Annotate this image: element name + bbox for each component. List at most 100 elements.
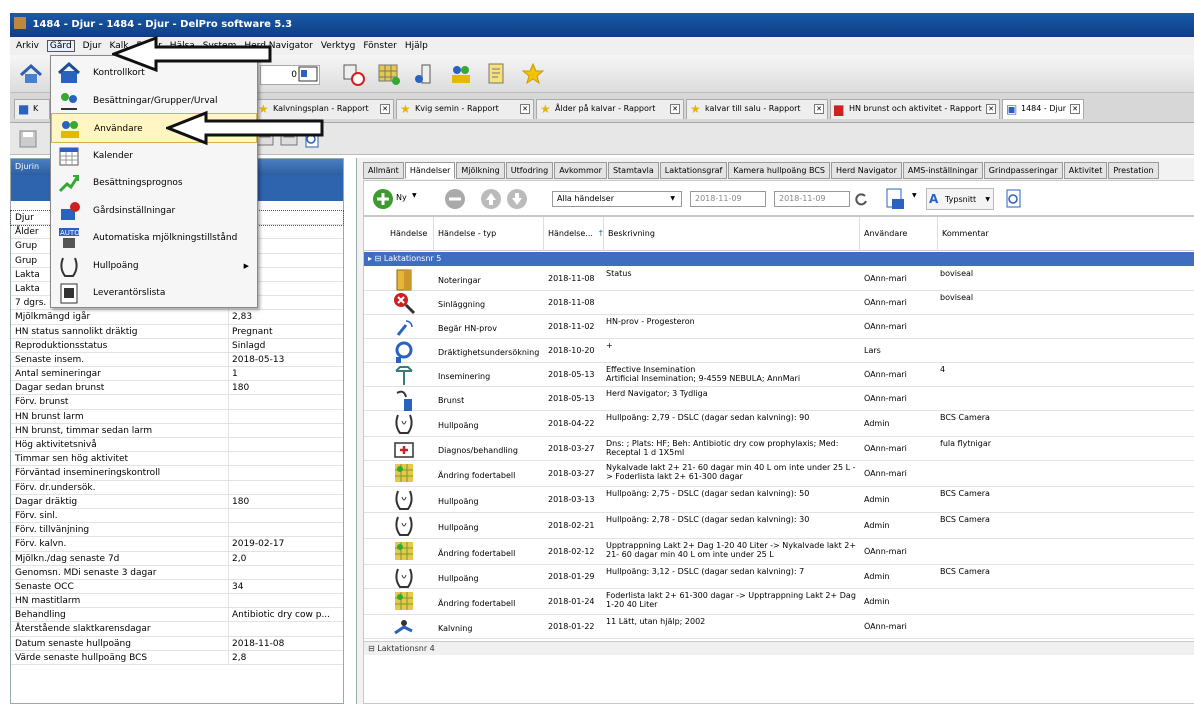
menu-foder[interactable]: Foder xyxy=(136,41,161,51)
tab-k[interactable]: ■ K xyxy=(14,99,50,119)
info-row[interactable]: Dagar sedan brunst 180 xyxy=(11,381,343,396)
tab-djur-1484[interactable]: ▣ 1484 - Djur ✕ xyxy=(1002,99,1084,119)
chevron-down-icon[interactable]: ▼ xyxy=(412,192,417,199)
bottle-icon[interactable] xyxy=(412,61,438,87)
tab-alder-kalvar[interactable]: ★ Ålder på kalvar - Rapport ✕ xyxy=(536,99,684,119)
tab-content-9[interactable]: AMS-inställningar xyxy=(902,162,983,179)
info-row[interactable]: Dagar dräktig 180 xyxy=(11,494,343,509)
table-row[interactable]: Ändring fodertabell 2018-03-27 Nykalvade l… xyxy=(364,461,1194,487)
col-header-description[interactable]: Beskrivning xyxy=(604,217,860,251)
tab-content-6[interactable]: Laktationsgraf xyxy=(659,162,728,179)
cow-clock-icon[interactable] xyxy=(340,61,366,87)
table-row[interactable]: Kalvning 2018-01-22 11 Lätt, utan hjälp; 2… xyxy=(364,615,1194,639)
chevron-down-icon[interactable]: ▼ xyxy=(912,192,917,199)
tab-kalvningsplan[interactable]: ★ Kalvningsplan - Rapport ✕ xyxy=(254,99,394,119)
info-row[interactable]: Antal semineringar 1 xyxy=(11,367,343,382)
save-icon[interactable] xyxy=(18,129,38,149)
date-from-input[interactable]: 2018-11-09 xyxy=(690,191,766,207)
menu-item-6[interactable]: AUTO Automatiska mjölkningstillstånd xyxy=(51,223,257,253)
close-icon[interactable]: ✕ xyxy=(814,104,824,114)
info-row[interactable]: Återstående slaktkarensdagar xyxy=(11,622,343,637)
menu-djur[interactable]: Djur xyxy=(83,41,102,51)
menu-fonster[interactable]: Fönster xyxy=(363,41,397,51)
info-row[interactable]: Mjölkn./dag senaste 7d 2,0 xyxy=(11,551,343,566)
table-row[interactable]: Hullpoäng 2018-04-22 Hullpoäng: 2,79 - DSL… xyxy=(364,411,1194,437)
tab-content-1[interactable]: Händelser xyxy=(404,162,456,179)
tab-kalvar-salu[interactable]: ★ kalvar till salu - Rapport ✕ xyxy=(686,99,828,119)
info-row[interactable]: HN brunst, timmar sedan larm xyxy=(11,423,343,438)
menu-verktyg[interactable]: Verktyg xyxy=(321,41,355,51)
menu-item-0[interactable]: Kontrollkort xyxy=(51,58,257,88)
menu-item-3[interactable]: Kalender xyxy=(51,141,257,171)
info-row[interactable]: Datum senaste hullpoäng 2018-11-08 xyxy=(11,636,343,651)
group-row-lactation-4[interactable]: ⊟ Laktationsnr 4 xyxy=(364,641,1194,655)
col-header-user[interactable]: Användare xyxy=(860,217,938,251)
new-button-label[interactable]: Ny xyxy=(396,193,407,202)
arrow-up-icon[interactable] xyxy=(480,188,502,210)
tab-content-7[interactable]: Kamera hullpoäng BCS xyxy=(728,162,830,179)
tab-content-0[interactable]: Allmänt xyxy=(363,162,404,179)
menu-gard[interactable]: Gård xyxy=(46,40,75,52)
table-row[interactable]: Diagnos/behandling 2018-03-27 Dns: ; Plats… xyxy=(364,437,1194,461)
menu-item-7[interactable]: Hullpoäng ▶ xyxy=(51,251,257,281)
print-preview-icon[interactable] xyxy=(278,129,300,149)
arrow-down-icon[interactable] xyxy=(506,188,528,210)
tab-content-5[interactable]: Stamtavla xyxy=(607,162,659,179)
menu-kalk[interactable]: Kalk xyxy=(110,41,129,51)
tab-content-10[interactable]: Grindpasseringar xyxy=(983,162,1063,179)
menu-item-5[interactable]: Gårdsinställningar xyxy=(51,196,257,226)
people-icon[interactable] xyxy=(448,61,474,87)
table-row[interactable]: Begär HN-prov 2018-11-02 HN-prov - Progest… xyxy=(364,315,1194,339)
table-row[interactable]: Noteringar 2018-11-08 Status ÖAnn-mari bovis… xyxy=(364,267,1194,291)
tab-content-11[interactable]: Aktivitet xyxy=(1063,162,1108,179)
add-icon[interactable] xyxy=(372,188,394,210)
info-row[interactable]: Förväntad insemineringskontroll xyxy=(11,466,343,481)
col-header-comment[interactable]: Kommentar xyxy=(938,217,1194,251)
info-row[interactable]: Förv. tillvänjning xyxy=(11,523,343,538)
group-row-lactation-5[interactable]: ▸ ⊟ Laktationsnr 5 xyxy=(364,252,1194,266)
event-filter-select[interactable]: Alla händelser ▼ xyxy=(552,191,682,207)
info-row[interactable]: Timmar sen hög aktivitet xyxy=(11,452,343,467)
col-header-event[interactable]: Händelse xyxy=(364,217,434,251)
info-row[interactable]: Behandling Antibiotic dry cow p... xyxy=(11,608,343,623)
tab-content-2[interactable]: Mjölkning xyxy=(456,162,505,179)
close-icon[interactable]: ✕ xyxy=(380,104,390,114)
info-row[interactable]: Förv. kalvn. 2019-02-17 xyxy=(11,537,343,552)
tab-content-3[interactable]: Utfodring xyxy=(505,162,554,179)
info-row[interactable]: Genomsn. MDi senaste 3 dagar xyxy=(11,565,343,580)
favorite-star-icon[interactable] xyxy=(520,61,546,87)
tab-content-12[interactable]: Prestation xyxy=(1108,162,1159,179)
info-row[interactable]: Förv. brunst xyxy=(11,395,343,410)
info-row[interactable]: Senaste insem. 2018-05-13 xyxy=(11,352,343,368)
table-row[interactable]: Ändring fodertabell 2018-02-12 Upptrappnin… xyxy=(364,539,1194,565)
menu-halsa[interactable]: Hälsa xyxy=(170,41,195,51)
info-row[interactable]: Senaste OCC 34 xyxy=(11,579,343,595)
info-row[interactable]: HN brunst larm xyxy=(11,409,343,424)
feed-grid-icon[interactable] xyxy=(376,61,402,87)
menu-hjalp[interactable]: Hjälp xyxy=(405,41,428,51)
magnifier-icon[interactable] xyxy=(1004,188,1024,210)
table-row[interactable]: Sinläggning 2018-11-08 ÖAnn-mari boviseal xyxy=(364,291,1194,315)
menu-item-4[interactable]: Besättningsprognos xyxy=(51,168,257,198)
info-row[interactable]: HN status sannolikt dräktig Pregnant xyxy=(11,324,343,339)
table-row[interactable]: Ändring fodertabell 2018-01-24 Foderlista … xyxy=(364,589,1194,615)
menu-item-2[interactable]: Användare xyxy=(51,113,257,143)
menu-item-1[interactable]: Besättningar/Grupper/Urval xyxy=(51,86,257,116)
info-row[interactable]: Mjölkmängd igår 2,83 xyxy=(11,310,343,325)
close-icon[interactable]: ✕ xyxy=(670,104,680,114)
close-icon[interactable]: ✕ xyxy=(1070,104,1080,114)
col-header-type[interactable]: Händelse - typ xyxy=(434,217,544,251)
magnifier-icon[interactable] xyxy=(302,129,322,149)
table-row[interactable]: Brunst 2018-05-13 Herd Navigator; 3 Tydlig… xyxy=(364,387,1194,411)
menu-system[interactable]: System xyxy=(203,41,237,51)
tab-hn-brunst[interactable]: ▆ HN brunst och aktivitet - Rapport ✕ xyxy=(830,99,1000,119)
table-row[interactable]: Dräktighetsundersökning 2018-10-20 + Lars xyxy=(364,339,1194,363)
table-row[interactable]: Hullpoäng 2018-03-13 Hullpoäng: 2,75 - DSL… xyxy=(364,487,1194,513)
menu-item-8[interactable]: Leverantörslista xyxy=(51,278,257,308)
table-row[interactable]: Hullpoäng 2018-02-21 Hullpoäng: 2,78 - DSL… xyxy=(364,513,1194,539)
info-row[interactable]: Reproduktionsstatus Sinlagd xyxy=(11,338,343,353)
menu-herd-navigator[interactable]: Herd Navigator xyxy=(244,41,312,51)
table-row[interactable]: Inseminering 2018-05-13 Effective Insemina… xyxy=(364,363,1194,387)
export-icon[interactable] xyxy=(884,187,906,211)
col-header-date[interactable]: Händelse... ↑ xyxy=(544,217,604,251)
